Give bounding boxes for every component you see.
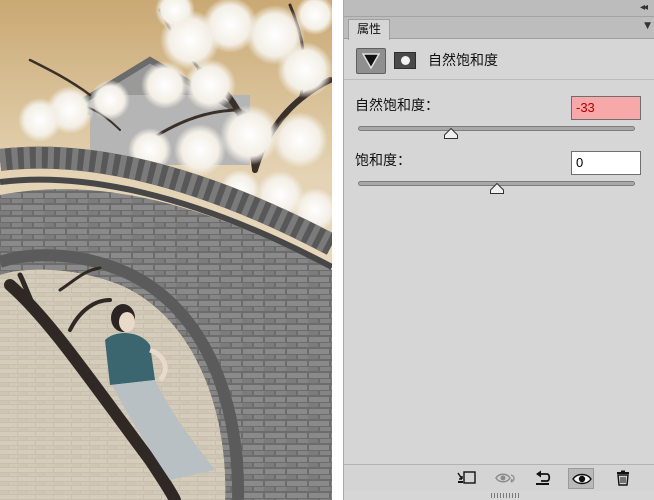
delete-adjustment-button[interactable] (610, 468, 636, 489)
vibrance-input[interactable]: -33 (571, 96, 641, 120)
panel-resize-grip[interactable] (491, 493, 519, 498)
layer-mask-icon[interactable] (394, 52, 416, 69)
panel-menu-icon[interactable]: ▼ (644, 21, 651, 31)
vibrance-label: 自然饱和度： (355, 98, 439, 114)
tab-properties[interactable]: 属性 (348, 19, 391, 40)
saturation-label: 饱和度： (355, 153, 411, 169)
clip-to-layer-icon (457, 471, 476, 484)
reset-button[interactable] (530, 468, 556, 489)
panel-title-bar: ◂◂ (344, 0, 654, 17)
saturation-input[interactable]: 0 (571, 151, 641, 175)
vibrance-slider-track[interactable] (358, 126, 635, 131)
photo-image (0, 0, 332, 500)
adjustment-header: 自然饱和度 (344, 40, 654, 80)
clip-to-layer-button[interactable] (454, 468, 480, 489)
vibrance-slider-thumb[interactable] (443, 128, 458, 139)
vibrance-triangle-glyph (362, 53, 380, 70)
view-previous-state-icon (495, 473, 515, 483)
properties-panel: ◂◂ 属性 ▼ 自然饱和度 自然饱和度： -33 饱和度： 0 (343, 0, 654, 500)
document-canvas-photo (0, 0, 332, 500)
trash-icon (617, 470, 629, 486)
collapse-panel-icon[interactable]: ◂◂ (640, 2, 648, 14)
vibrance-triangle-icon[interactable] (356, 48, 386, 74)
reset-icon (536, 470, 551, 485)
saturation-slider-thumb[interactable] (489, 183, 504, 194)
panel-tab-row: 属性 ▼ (344, 17, 654, 40)
panel-bottom-toolbar (344, 464, 654, 491)
view-previous-state-button[interactable] (492, 468, 518, 489)
eye-icon (572, 473, 592, 485)
panel-title: 自然饱和度 (428, 53, 498, 69)
toggle-visibility-button[interactable] (568, 468, 594, 489)
